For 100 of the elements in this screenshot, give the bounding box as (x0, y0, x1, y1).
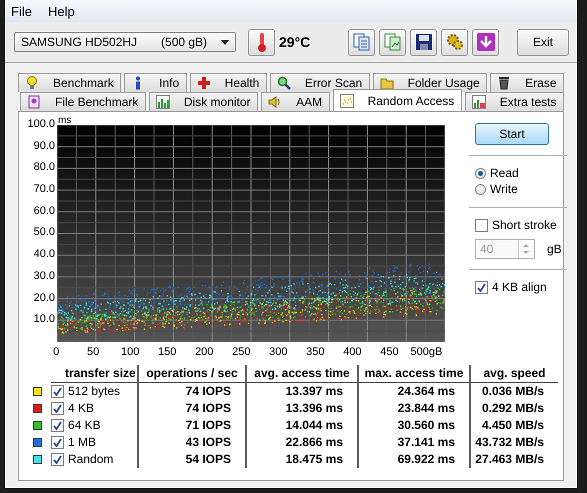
save-button[interactable] (410, 28, 437, 56)
exit-button[interactable]: Exit (517, 28, 569, 56)
speaker-icon (268, 95, 282, 109)
gears-icon (446, 33, 464, 51)
table-cell-text: 23.844 ms (396, 400, 456, 417)
series-checkbox[interactable] (51, 385, 64, 398)
bar-chart-icon (156, 95, 170, 109)
axis-label: 250 (231, 345, 252, 360)
tab[interactable]: Extra tests (464, 92, 564, 111)
axis-label: 150 (157, 345, 178, 360)
scatter-icon (340, 94, 354, 108)
column-header: transfer size (51, 365, 137, 383)
table-cell-text: 37.141 ms (396, 434, 456, 451)
table-cell-text: 13.396 ms (284, 400, 344, 417)
cross-icon (196, 76, 211, 90)
lightbulb-icon (25, 76, 39, 90)
temperature-button[interactable] (248, 28, 275, 56)
trash-can-icon (497, 76, 512, 90)
axis-label: 50 (86, 345, 100, 360)
axis-label: 70.0 (32, 182, 56, 198)
series-checkbox[interactable] (51, 419, 64, 432)
copy-screenshot-button[interactable] (379, 28, 406, 56)
table-cell: 64 KB (68, 417, 101, 434)
check-mark-icon (477, 282, 486, 292)
menu-item[interactable]: Help (48, 4, 75, 18)
axis-label: 300 (268, 345, 288, 360)
copy-text-button[interactable] (348, 28, 375, 56)
download-button[interactable] (472, 28, 499, 56)
table-cell-text: 74 IOPS (184, 383, 232, 400)
table-cell-text: 74 IOPS (184, 400, 232, 417)
table-cell: 1 MB (68, 434, 96, 451)
thermometer-icon (256, 32, 266, 52)
table-cell-text: 71 IOPS (184, 417, 232, 434)
tab[interactable]: Info (124, 73, 187, 92)
axis-label: 90.0 (32, 138, 56, 154)
axis-label: 100.0 (26, 117, 56, 132)
table-cell-text: 4.450 MB/s (480, 417, 545, 434)
tab[interactable]: Error Scan (270, 73, 370, 92)
tab[interactable]: Health (190, 73, 267, 92)
drive-capacity: (500 gB) (161, 35, 208, 49)
radio-option[interactable]: Write (475, 181, 565, 197)
axis-label: 200 (194, 345, 214, 360)
table-cell-text: 24.364 ms (396, 383, 456, 400)
table-cell-text: 69.922 ms (396, 451, 456, 468)
axis-label: 500gB (410, 345, 444, 360)
axis-label: 80.0 (32, 160, 56, 176)
unit-label: gB (547, 242, 562, 256)
tab[interactable]: Benchmark (18, 73, 122, 92)
axis-label: 450 (379, 345, 400, 360)
axis-label: 100 (120, 345, 140, 360)
document-icon (27, 95, 41, 109)
axis-label: 10.0 (32, 312, 56, 328)
axis-label: 40.0 (32, 247, 56, 262)
table-cell-text: 54 IOPS (184, 451, 232, 468)
series-checkbox[interactable] (51, 402, 64, 415)
table-cell-text: 43.732 MB/s (474, 434, 545, 451)
caret-icon (221, 40, 229, 44)
axis-label: 400 (342, 345, 363, 360)
table-cell: 4 KB (68, 400, 94, 417)
table-cell-text: 0.292 MB/s (480, 400, 545, 417)
table-cell-text: 22.866 ms (284, 434, 344, 451)
tab[interactable]: AAM (261, 92, 330, 111)
tab[interactable]: Disk monitor (148, 92, 258, 111)
tab[interactable]: Erase (490, 73, 564, 92)
drive-dropdown[interactable]: SAMSUNG HD502HJ (500 gB) (14, 32, 236, 52)
axis-label: 350 (305, 345, 326, 360)
table-cell-text: 18.475 ms (284, 451, 344, 468)
column-header: avg. access time (245, 365, 357, 383)
table-cell-text: 30.560 ms (396, 417, 456, 434)
table-cell: Random (68, 451, 114, 468)
axis-label: 0 (52, 345, 60, 360)
table-cell-text: 43 IOPS (184, 434, 232, 451)
down-arrow-icon (476, 33, 494, 51)
radio-option[interactable]: Read (475, 165, 565, 181)
table-cell-text: 14.044 ms (284, 417, 344, 434)
table-cell: 512 bytes (68, 383, 120, 400)
axis-unit: ms (58, 115, 72, 126)
tab[interactable]: File Benchmark (20, 92, 146, 111)
options-button[interactable] (441, 28, 468, 56)
menu-item[interactable]: File (11, 4, 32, 18)
column-header: max. access time (357, 365, 469, 383)
drive-name: SAMSUNG HD502HJ (21, 35, 138, 49)
axis-label: 20.0 (32, 290, 56, 306)
table-cell-text: 13.397 ms (284, 383, 344, 400)
temperature-reading: 29°C (279, 34, 310, 50)
column-header: operations / sec (137, 365, 245, 383)
documents-icon (352, 33, 370, 51)
table-cell-text: 0.036 MB/s (480, 383, 545, 400)
magnifier-icon (276, 76, 291, 90)
column-header: avg. speed (469, 365, 558, 383)
series-checkbox[interactable] (51, 436, 64, 449)
table-chart-icon (472, 95, 486, 109)
tab[interactable]: Random Access (332, 89, 462, 111)
checkbox-option[interactable]: 4 KB align (475, 279, 565, 295)
axis-label: 30.0 (32, 268, 56, 284)
checkbox-option[interactable]: Short stroke (475, 217, 565, 233)
series-checkbox[interactable] (51, 453, 64, 466)
axis-label: 60.0 (32, 204, 56, 219)
start-button[interactable]: Start (475, 123, 549, 145)
axis-label: 50.0 (32, 226, 56, 241)
